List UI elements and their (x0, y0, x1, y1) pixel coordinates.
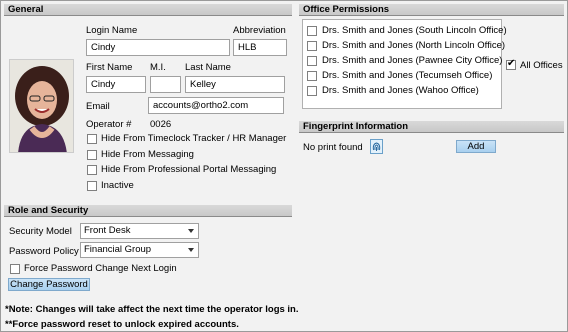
fingerprint-status: No print found (303, 142, 363, 153)
office-checkbox[interactable] (307, 41, 317, 51)
office-checkbox[interactable] (307, 86, 317, 96)
office-item-label: Drs. Smith and Jones (Pawnee City Office… (322, 55, 503, 66)
office-item-north-lincoln[interactable]: Drs. Smith and Jones (North Lincoln Offi… (303, 38, 505, 53)
hide-messaging-label: Hide From Messaging (101, 149, 194, 160)
office-item-label: Drs. Smith and Jones (Wahoo Office) (322, 85, 479, 96)
hide-timeclock-label: Hide From Timeclock Tracker / HR Manager (101, 133, 287, 144)
note-force-reset-text: **Force password reset to unlock expired… (5, 319, 239, 330)
email-input[interactable]: accounts@ortho2.com (148, 97, 284, 114)
password-policy-value: Financial Group (84, 244, 152, 255)
office-checkbox[interactable] (307, 71, 317, 81)
security-model-value: Front Desk (84, 225, 131, 236)
last-name-input[interactable]: Kelley (185, 76, 285, 93)
office-checkbox[interactable] (307, 56, 317, 66)
office-permissions-header: Office Permissions (299, 4, 564, 16)
fingerprint-header: Fingerprint Information (299, 121, 564, 133)
email-label: Email (86, 101, 110, 112)
hide-timeclock-checkbox[interactable] (87, 134, 97, 144)
all-offices-label: All Offices (520, 60, 563, 71)
security-model-select[interactable]: Front Desk (80, 223, 199, 239)
security-model-label: Security Model (9, 226, 72, 237)
fingerprint-icon (370, 139, 383, 154)
inactive-label: Inactive (101, 180, 134, 191)
password-policy-select[interactable]: Financial Group (80, 242, 199, 258)
force-password-change-checkbox[interactable] (10, 264, 20, 274)
chevron-down-icon (188, 248, 194, 252)
inactive-checkbox[interactable] (87, 181, 97, 191)
office-item-label: Drs. Smith and Jones (Tecumseh Office) (322, 70, 493, 81)
chevron-down-icon (188, 229, 194, 233)
office-item-tecumseh[interactable]: Drs. Smith and Jones (Tecumseh Office) (303, 68, 501, 83)
first-name-input[interactable]: Cindy (86, 76, 146, 93)
all-offices-checkbox[interactable] (506, 58, 516, 70)
abbreviation-label: Abbreviation (233, 25, 286, 36)
office-item-pawnee-city[interactable]: Drs. Smith and Jones (Pawnee City Office… (303, 53, 503, 68)
login-name-label: Login Name (86, 25, 138, 36)
login-name-input[interactable]: Cindy (86, 39, 230, 56)
hide-portal-messaging-checkbox[interactable] (87, 165, 97, 175)
office-item-south-lincoln[interactable]: Drs. Smith and Jones (South Lincoln Offi… (303, 23, 507, 38)
operator-settings-panel: General Login Name Abbreviation Cindy HL… (0, 0, 568, 332)
general-header: General (4, 4, 292, 16)
avatar (10, 60, 73, 152)
password-policy-label: Password Policy (9, 246, 79, 257)
mi-input[interactable] (150, 76, 181, 93)
office-item-label: Drs. Smith and Jones (North Lincoln Offi… (322, 40, 506, 51)
office-item-label: Drs. Smith and Jones (South Lincoln Offi… (322, 25, 507, 36)
mi-label: M.I. (150, 62, 166, 73)
note-changes-text: *Note: Changes will take affect the next… (5, 304, 299, 315)
force-password-change-label: Force Password Change Next Login (24, 263, 177, 274)
last-name-label: Last Name (185, 62, 231, 73)
first-name-label: First Name (86, 62, 133, 73)
office-item-wahoo[interactable]: Drs. Smith and Jones (Wahoo Office) (303, 83, 501, 98)
office-permissions-list: Drs. Smith and Jones (South Lincoln Offi… (302, 19, 507, 109)
office-checkbox[interactable] (307, 26, 317, 36)
operator-photo (9, 59, 74, 153)
operator-number-label: Operator # (86, 119, 132, 130)
abbreviation-input[interactable]: HLB (233, 39, 287, 56)
add-fingerprint-button[interactable]: Add (456, 140, 496, 153)
change-password-button[interactable]: Change Password (8, 278, 90, 291)
operator-number-value: 0026 (150, 119, 172, 130)
hide-portal-messaging-label: Hide From Professional Portal Messaging (101, 164, 277, 175)
role-security-header: Role and Security (4, 205, 292, 217)
hide-messaging-checkbox[interactable] (87, 150, 97, 160)
